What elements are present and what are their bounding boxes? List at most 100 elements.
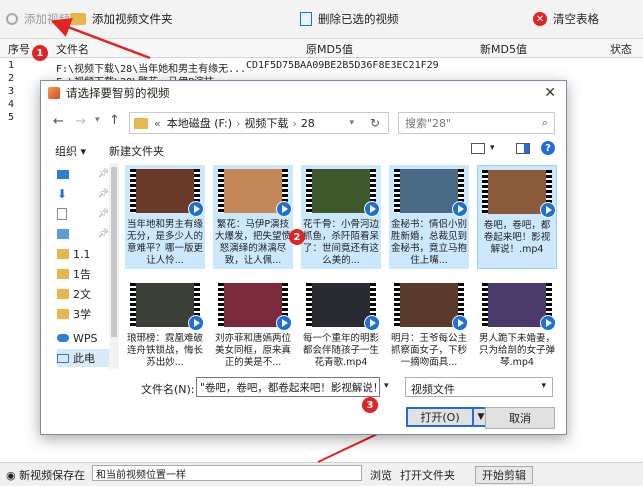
search-input[interactable]: 搜索"28" ⌕	[398, 112, 555, 134]
file-tile[interactable]: 当年地和男主有缘无分，是多少人的意难平？哪一版更让人怜...	[125, 165, 205, 269]
file-tile[interactable]: 琅琊榜：霓凰难破连舟铁锁战，悔长苏出妙...	[125, 279, 205, 369]
video-thumbnail	[400, 169, 458, 213]
file-tile[interactable]: 刘亦菲和唐嫣两位美女同框，原来真正的美是不...	[213, 279, 293, 369]
file-type-select[interactable]: 视频文件 ▾	[405, 377, 553, 397]
video-thumbnail	[224, 169, 282, 213]
back-arrow-icon[interactable]: ←	[53, 114, 64, 129]
address-bar[interactable]: « 本地磁盘 (F:) › 视频下载 › 28 ▾ ↻	[129, 112, 389, 134]
file-tile[interactable]: 每一个重年的明影都会伴随孩子一生花青歌.mp4	[301, 279, 381, 369]
delete-selected-button[interactable]: 删除已选的视频	[300, 8, 399, 30]
row-index: 2	[8, 73, 15, 84]
nav-item-this-pc[interactable]: 此电	[57, 349, 109, 367]
history-dropdown-icon[interactable]: ▾	[95, 115, 100, 125]
table-header: 序号 文件名 原MD5值 新MD5值 状态	[0, 39, 643, 58]
col-status[interactable]: 状态	[610, 41, 632, 57]
pictures-icon	[57, 229, 69, 239]
chevron-down-icon: ▾	[541, 381, 546, 391]
output-path-field[interactable]: 和当前视频位置一样	[92, 465, 362, 481]
nav-item-desktop[interactable]: 📌︎	[57, 165, 109, 183]
video-thumbnail	[136, 169, 194, 213]
nav-item-wps[interactable]: WPS	[57, 329, 109, 347]
nav-scrollbar[interactable]	[109, 163, 119, 369]
browse-button[interactable]: 浏览	[370, 467, 392, 483]
video-play-icon	[452, 315, 468, 331]
step-badge-number: 3	[366, 399, 374, 411]
nav-item-folder[interactable]: 1.1	[57, 245, 109, 263]
cancel-button-label: 取消	[509, 412, 531, 425]
nav-item-downloads[interactable]: ⬇ 📌︎	[57, 185, 109, 203]
file-tile[interactable]: 男人跪下未婚妻，只为给剖的女子弹琴.mp4	[477, 279, 557, 369]
forward-arrow-icon[interactable]: →	[75, 114, 86, 129]
nav-label: 2文	[73, 288, 91, 301]
breadcrumb-overflow[interactable]: «	[154, 117, 161, 130]
start-button[interactable]: 开始剪辑	[475, 466, 533, 484]
clear-table-label: 清空表格	[553, 12, 599, 26]
pin-icon: 📌︎	[97, 189, 109, 199]
row-index: 5	[8, 112, 15, 123]
filename-value: "卷吧，卷吧，都卷起来吧！影视解说！.mp4" "当年她	[200, 382, 379, 394]
address-dropdown-icon[interactable]: ▾	[349, 118, 354, 128]
step-badge-number: 1	[36, 47, 44, 59]
delete-doc-icon	[300, 12, 312, 26]
close-icon[interactable]: ✕	[544, 85, 556, 101]
row-index: 4	[8, 99, 15, 110]
nav-item-folder[interactable]: 1告	[57, 265, 109, 283]
file-name: 琅琊榜：霓凰难破连舟铁锁战，悔长苏出妙...	[127, 333, 203, 368]
nav-item-pictures[interactable]: 📌︎	[57, 225, 109, 243]
cancel-button[interactable]: 取消	[485, 407, 555, 429]
file-tile[interactable]: 金秘书：情侣小别胜新婚，总裁见到金秘书，竟立马抱住上嘴...	[389, 165, 469, 269]
file-tile[interactable]: 繁花：马伊P演技大爆发，把失望愤怒演绎的淋漓尽致，让人佩...	[213, 165, 293, 269]
add-folder-button[interactable]: 添加视频文件夹	[70, 8, 173, 30]
file-name: 花千骨：小骨河边抓鱼，杀阡陌看呆了：世间竟还有这么美的...	[303, 219, 379, 266]
nav-label: 3学	[73, 308, 91, 321]
nav-label: 1告	[73, 268, 91, 281]
nav-item-documents[interactable]: 📌︎	[57, 205, 109, 223]
col-index[interactable]: 序号	[8, 41, 30, 57]
cloud-icon	[57, 334, 69, 342]
up-arrow-icon[interactable]: ↑	[109, 113, 120, 128]
organize-menu[interactable]: 组织 ▾	[55, 143, 86, 159]
video-thumbnail	[312, 283, 370, 327]
video-play-icon	[540, 315, 556, 331]
file-tile[interactable]: 花千骨：小骨河边抓鱼，杀阡陌看呆了：世间竟还有这么美的...	[301, 165, 381, 269]
open-button[interactable]: 打开(O)	[406, 407, 474, 427]
col-orig-md5[interactable]: 原MD5值	[306, 41, 353, 57]
filename-input[interactable]: "卷吧，卷吧，都卷起来吧！影视解说！.mp4" "当年她	[196, 377, 380, 397]
delete-selected-label: 删除已选的视频	[318, 12, 399, 26]
view-dropdown-icon[interactable]: ▾	[490, 143, 495, 153]
breadcrumb-drive[interactable]: 本地磁盘 (F:)	[167, 115, 232, 131]
nav-scroll-thumb[interactable]	[111, 167, 117, 337]
col-filename[interactable]: 文件名	[56, 41, 89, 57]
breadcrumb-folder[interactable]: 视频下载	[244, 115, 288, 131]
breadcrumb-current[interactable]: 28	[301, 117, 315, 130]
video-play-icon	[188, 315, 204, 331]
refresh-icon[interactable]: ↻	[370, 116, 380, 130]
file-name: 卷吧，卷吧，都卷起来吧！影视解说！.mp4	[483, 220, 551, 255]
filename-dropdown-icon[interactable]: ▾	[384, 381, 389, 391]
address-row: ← → ▾ ↑ « 本地磁盘 (F:) › 视频下载 › 28 ▾ ↻ 搜索"2…	[41, 105, 566, 137]
preview-pane-icon[interactable]	[516, 143, 530, 154]
folder-icon	[57, 249, 69, 259]
view-options-icon[interactable]	[471, 143, 485, 154]
add-video-button[interactable]: 添加视频	[6, 8, 70, 30]
output-bar: ◉ 新视频保存在 和当前视频位置一样 浏览 打开文件夹 开始剪辑	[0, 462, 643, 486]
add-folder-label: 添加视频文件夹	[92, 12, 173, 26]
new-folder-button[interactable]: 新建文件夹	[109, 143, 164, 159]
help-icon[interactable]: ?	[541, 141, 555, 155]
nav-item-folder[interactable]: 3学	[57, 305, 109, 323]
nav-item-folder[interactable]: 2文	[57, 285, 109, 303]
col-new-md5[interactable]: 新MD5值	[480, 41, 527, 57]
video-play-icon	[276, 315, 292, 331]
output-label: ◉ 新视频保存在	[6, 469, 86, 482]
document-icon	[57, 208, 67, 220]
open-dir-button[interactable]: 打开文件夹	[400, 467, 455, 483]
clear-table-button[interactable]: ✕ 清空表格	[533, 8, 599, 30]
video-play-icon	[540, 202, 556, 218]
download-icon: ⬇	[57, 187, 68, 201]
nav-label: 1.1	[73, 247, 91, 261]
table-row[interactable]: 1 F:\视频下载\28\当年她和男主有缘无... CD1F5D75BAA09B…	[0, 60, 643, 75]
file-name: 明月：王爷每公主抓察面女子，下秒一摘吻面具...	[391, 333, 467, 368]
file-tile[interactable]: 卷吧，卷吧，都卷起来吧！影视解说！.mp4	[477, 165, 557, 269]
computer-icon	[57, 353, 69, 363]
file-tile[interactable]: 明月：王爷每公主抓察面女子，下秒一摘吻面具...	[389, 279, 469, 369]
